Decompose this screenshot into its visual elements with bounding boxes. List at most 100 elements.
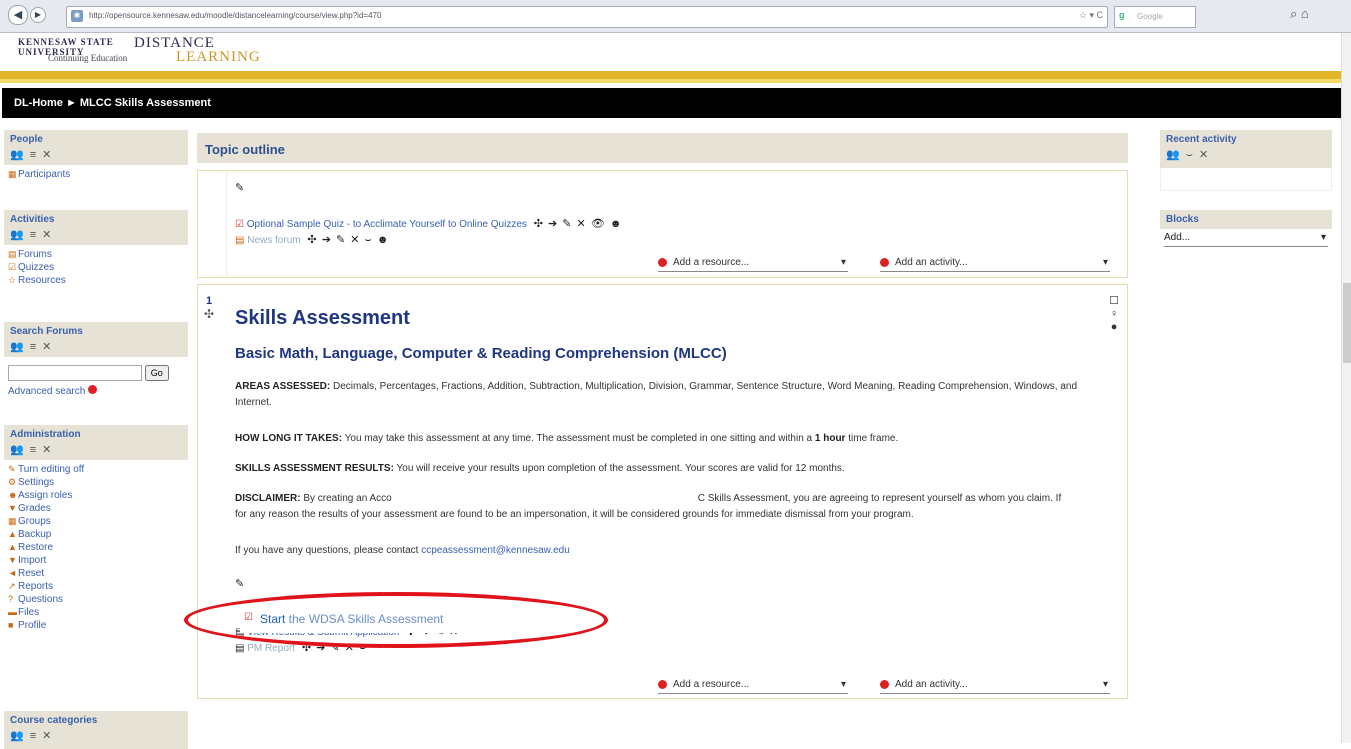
roles-icon[interactable]: 👥 [10, 443, 24, 456]
add-activity-select[interactable]: Add an activity... ▾ [880, 679, 1110, 694]
section-controls[interactable]: ☐ ♀ ● [1109, 295, 1119, 334]
admin-item-files[interactable]: ▬Files [8, 606, 184, 619]
dropdown-arrow-icon: ▾ [840, 257, 846, 268]
help-icon[interactable] [88, 385, 98, 394]
lightbulb-icon: ♀ [1109, 308, 1119, 320]
activities-block: Activities 👥 ≡ ✕ ▤Forums ☑ Quizzes ☆ Resourc… [4, 210, 188, 290]
hide-icon[interactable]: ⌣ [1186, 149, 1193, 162]
import-icon: ▼ [8, 555, 17, 565]
quizzes-link[interactable]: ☑ Quizzes [8, 261, 184, 274]
participants-link[interactable]: ▦Participants [8, 168, 184, 181]
reports-icon: ↗ [8, 581, 16, 591]
close-icon[interactable]: ✕ [42, 729, 51, 742]
resources-icon: ☆ [8, 275, 17, 285]
disclaimer-paragraph: DISCLAIMER: By creating an Acco C Skills … [235, 493, 1062, 520]
scrollbar-thumb[interactable] [1343, 283, 1351, 363]
section-subtitle: Basic Math, Language, Computer & Reading… [235, 345, 727, 362]
forum-icon: ▤ [235, 235, 245, 246]
search-engine-label: Google [1137, 12, 1163, 21]
pm-report-link[interactable]: PM Report [247, 643, 295, 654]
admin-item-reports[interactable]: ↗ Reports [8, 580, 184, 593]
admin-item-backup[interactable]: ▲Backup [8, 528, 184, 541]
edit-controls-icon[interactable]: ✣ ➔ ✎ ✕ 👁 ☻ [530, 218, 623, 230]
add-resource-select[interactable]: Add a resource... ▾ [658, 679, 848, 694]
close-icon[interactable]: ✕ [1199, 148, 1208, 161]
people-block: People 👥 ≡ ✕ ▦Participants [4, 130, 188, 184]
header-gold-bar [0, 71, 1351, 79]
topic-outline-title: Topic outline [205, 142, 285, 157]
eye-icon: ● [1110, 321, 1118, 333]
back-arrow-icon[interactable]: ◀ [8, 5, 28, 25]
admin-item-reset[interactable]: ◄Reset [8, 567, 184, 580]
admin-item-groups[interactable]: ▦Groups [8, 515, 184, 528]
news-forum-link[interactable]: News forum [247, 235, 300, 246]
add-resource-select[interactable]: Add a resource... ▾ [658, 257, 848, 272]
header-gold-bar-light [0, 79, 1351, 83]
profile-icon: ■ [8, 620, 14, 630]
close-icon[interactable]: ✕ [42, 340, 51, 353]
breadcrumb-text[interactable]: DL-Home ► MLCC Skills Assessment [14, 97, 211, 109]
roles-icon: ☻ [8, 490, 18, 500]
highlight-icon: ☐ [1109, 295, 1119, 307]
roles-icon[interactable]: 👥 [10, 148, 24, 161]
resources-link[interactable]: ☆ Resources [8, 274, 184, 287]
move-section-icon[interactable]: ✣ [204, 307, 214, 321]
close-icon[interactable]: ✕ [42, 228, 51, 241]
reset-icon: ◄ [8, 568, 17, 578]
admin-item-grades[interactable]: ▼Grades [8, 502, 184, 515]
forward-arrow-icon[interactable]: ▶ [30, 7, 46, 23]
admin-item-settings[interactable]: ⚙ Settings [8, 476, 184, 489]
admin-item-questions[interactable]: ? Questions [8, 593, 184, 606]
dropdown-arrow-icon: ▾ [1102, 257, 1108, 268]
roles-icon[interactable]: 👥 [1166, 148, 1180, 161]
site-logo[interactable]: KENNESAW STATE UNIVERSITY Continuing Edu… [18, 35, 260, 65]
search-forums-input[interactable] [8, 365, 142, 381]
howlong-paragraph: HOW LONG IT TAKES: You may take this ass… [235, 433, 899, 444]
close-icon[interactable]: ✕ [42, 148, 51, 161]
add-block-select[interactable]: Add... ▾ [1164, 232, 1328, 247]
add-activity-select[interactable]: Add an activity... ▾ [880, 257, 1110, 272]
edit-summary-icon[interactable]: ✎ [235, 577, 245, 590]
reload-star-icon[interactable]: ☆ ▾ C [1079, 10, 1103, 21]
email-link[interactable]: ccpeassessment@kennesaw.edu [421, 545, 570, 556]
questions-paragraph: If you have any questions, please contac… [235, 545, 570, 556]
go-button[interactable]: Go [144, 365, 169, 381]
administration-title: Administration [10, 429, 81, 440]
restore-icon: ▲ [8, 542, 17, 552]
page-scrollbar[interactable] [1341, 33, 1351, 743]
questions-icon: ? [8, 594, 14, 604]
move-icon[interactable]: ≡ [30, 730, 36, 742]
admin-item-assign-roles[interactable]: ☻Assign roles [8, 489, 184, 502]
close-icon[interactable]: ✕ [42, 443, 51, 456]
move-icon[interactable]: ≡ [30, 229, 36, 241]
search-bar[interactable]: g Google [1114, 6, 1196, 28]
url-bar[interactable]: ✱ http://opensource.kennesaw.edu/moodle/… [66, 6, 1108, 28]
sample-quiz-row: ☑ Optional Sample Quiz - to Acclimate Yo… [235, 217, 622, 230]
edit-controls-icon[interactable]: ✣ ➔ ✎ ✕ ⌣ ☻ [303, 234, 389, 246]
sample-quiz-link[interactable]: Optional Sample Quiz - to Acclimate Your… [247, 219, 527, 230]
move-icon[interactable]: ≡ [30, 444, 36, 456]
admin-item-profile[interactable]: ■ Profile [8, 619, 184, 632]
course-categories-block: Course categories 👥 ≡ ✕ [4, 711, 188, 749]
help-icon [880, 679, 889, 689]
roles-icon[interactable]: 👥 [10, 729, 24, 742]
admin-item-import[interactable]: ▼Import [8, 554, 184, 567]
help-icon [658, 257, 667, 267]
advanced-search-link[interactable]: Advanced search [8, 386, 85, 397]
news-forum-row: ▤ News forum ✣ ➔ ✎ ✕ ⌣ ☻ [235, 233, 389, 247]
roles-icon[interactable]: 👥 [10, 228, 24, 241]
grades-icon: ▼ [8, 503, 17, 513]
admin-item-restore[interactable]: ▲Restore [8, 541, 184, 554]
page-icon: ▤ [235, 643, 245, 654]
admin-item-turn-editing[interactable]: ✎ Turn editing off [8, 463, 184, 476]
roles-icon[interactable]: 👥 [10, 340, 24, 353]
move-icon[interactable]: ≡ [30, 149, 36, 161]
browser-toolbar: ◀ ▶ ✱ http://opensource.kennesaw.edu/moo… [0, 0, 1351, 33]
move-icon[interactable]: ≡ [30, 341, 36, 353]
logo-ce: Continuing Education [48, 53, 128, 63]
files-icon: ▬ [8, 607, 17, 617]
home-icon[interactable]: ⌕ ⌂ [1290, 6, 1309, 22]
dropdown-arrow-icon: ▾ [1320, 232, 1326, 243]
edit-summary-icon[interactable]: ✎ [235, 181, 245, 194]
forums-link[interactable]: ▤Forums [8, 248, 184, 261]
